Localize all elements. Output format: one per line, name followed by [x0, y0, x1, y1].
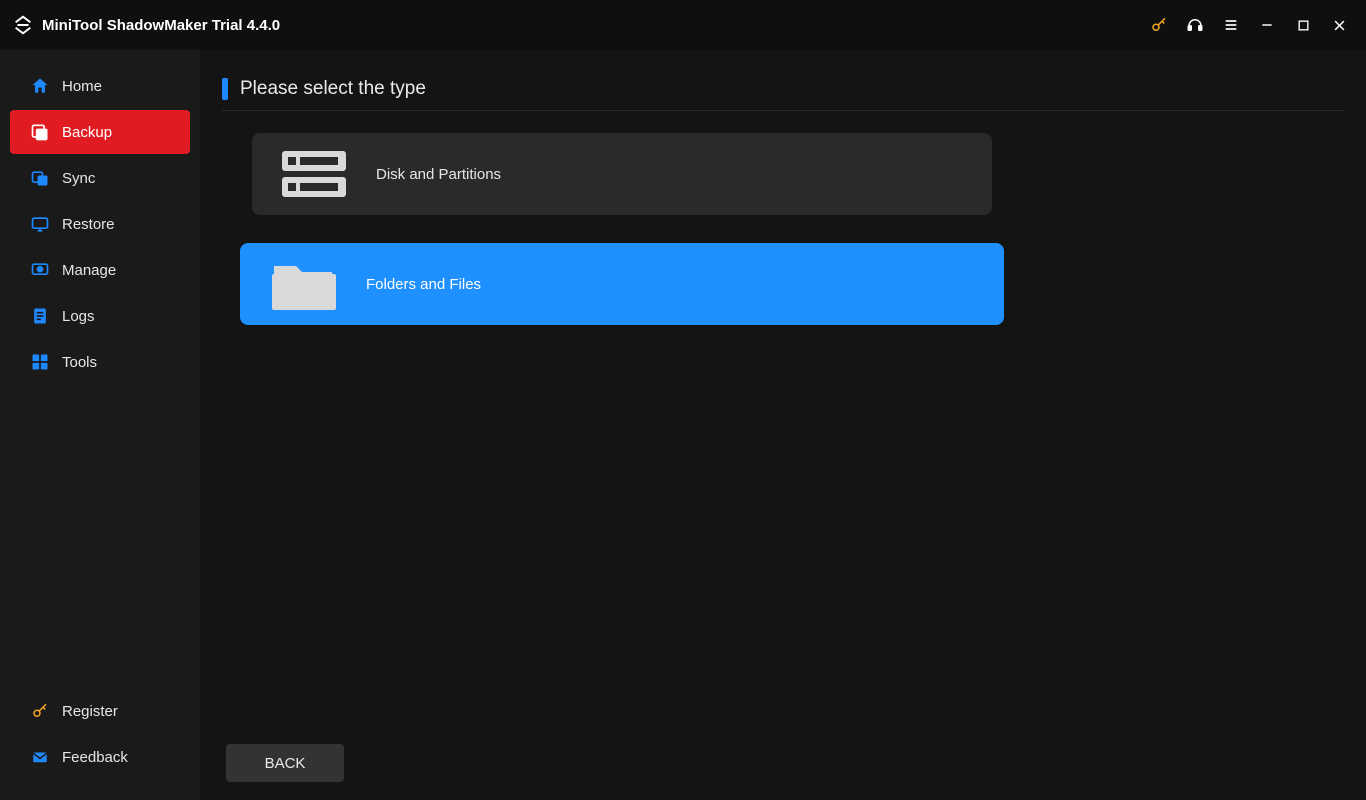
sidebar-item-label: Backup	[62, 124, 112, 141]
titlebar: MiniTool ShadowMaker Trial 4.4.0	[0, 0, 1366, 50]
minimize-button[interactable]	[1258, 16, 1276, 34]
sidebar-item-logs[interactable]: Logs	[10, 294, 190, 338]
key-icon	[30, 701, 50, 721]
folder-icon	[268, 254, 340, 314]
app-title: MiniTool ShadowMaker Trial 4.4.0	[42, 17, 280, 34]
option-label: Folders and Files	[366, 276, 481, 293]
sync-icon	[30, 168, 50, 188]
restore-icon	[30, 214, 50, 234]
app-logo-icon	[12, 14, 34, 36]
sidebar-item-feedback[interactable]: Feedback	[10, 736, 190, 778]
heading: Please select the type	[222, 78, 1344, 111]
sidebar-item-tools[interactable]: Tools	[10, 340, 190, 384]
sidebar-item-home[interactable]: Home	[10, 64, 190, 108]
sidebar-item-label: Sync	[62, 170, 95, 187]
sidebar-item-label: Home	[62, 78, 102, 95]
manage-icon	[30, 260, 50, 280]
sidebar-item-register[interactable]: Register	[10, 690, 190, 732]
sidebar: Home Backup Sync	[0, 50, 200, 800]
sidebar-item-label: Logs	[62, 308, 95, 325]
key-icon[interactable]	[1150, 16, 1168, 34]
option-folders-files[interactable]: Folders and Files	[240, 243, 1004, 325]
sidebar-item-restore[interactable]: Restore	[10, 202, 190, 246]
option-label: Disk and Partitions	[376, 166, 501, 183]
disk-icon	[280, 147, 350, 201]
sidebar-item-backup[interactable]: Backup	[10, 110, 190, 154]
sidebar-item-label: Feedback	[62, 749, 128, 766]
content-area: Please select the type Disk	[200, 50, 1366, 800]
sidebar-item-label: Restore	[62, 216, 115, 233]
headset-icon[interactable]	[1186, 16, 1204, 34]
sidebar-item-label: Tools	[62, 354, 97, 371]
close-button[interactable]	[1330, 16, 1348, 34]
heading-text: Please select the type	[240, 78, 426, 100]
mail-icon	[30, 747, 50, 767]
home-icon	[30, 76, 50, 96]
backup-icon	[30, 122, 50, 142]
logs-icon	[30, 306, 50, 326]
sidebar-item-manage[interactable]: Manage	[10, 248, 190, 292]
tools-icon	[30, 352, 50, 372]
maximize-button[interactable]	[1294, 16, 1312, 34]
sidebar-item-sync[interactable]: Sync	[10, 156, 190, 200]
back-button[interactable]: BACK	[226, 744, 344, 782]
sidebar-item-label: Manage	[62, 262, 116, 279]
heading-accent	[222, 78, 228, 100]
menu-icon[interactable]	[1222, 16, 1240, 34]
sidebar-item-label: Register	[62, 703, 118, 720]
option-disk-partitions[interactable]: Disk and Partitions	[252, 133, 992, 215]
